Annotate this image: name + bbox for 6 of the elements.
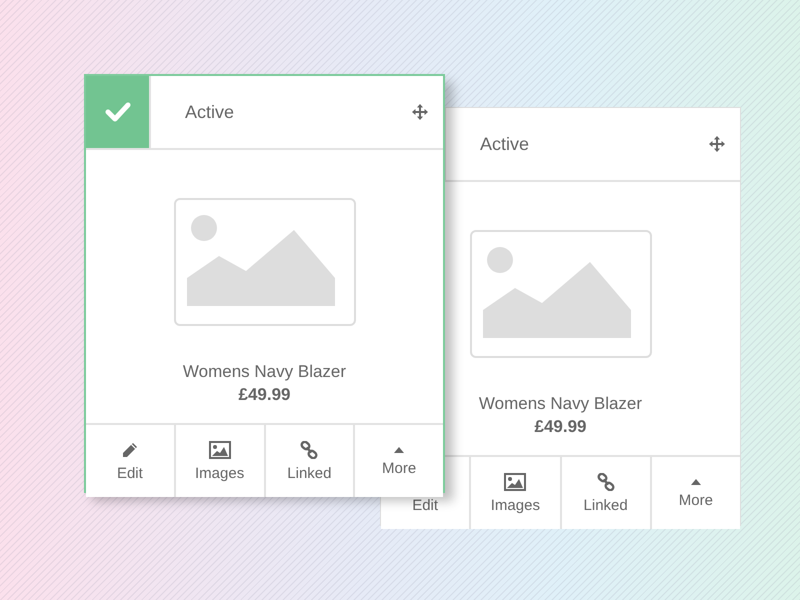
status-label: Active [185, 102, 236, 122]
product-name: Womens Navy Blazer [182, 362, 346, 382]
product-price: £49.99 [534, 417, 586, 437]
product-price: £49.99 [238, 385, 290, 405]
product-name: Womens Navy Blazer [478, 394, 642, 414]
status-label: Active [480, 134, 530, 154]
